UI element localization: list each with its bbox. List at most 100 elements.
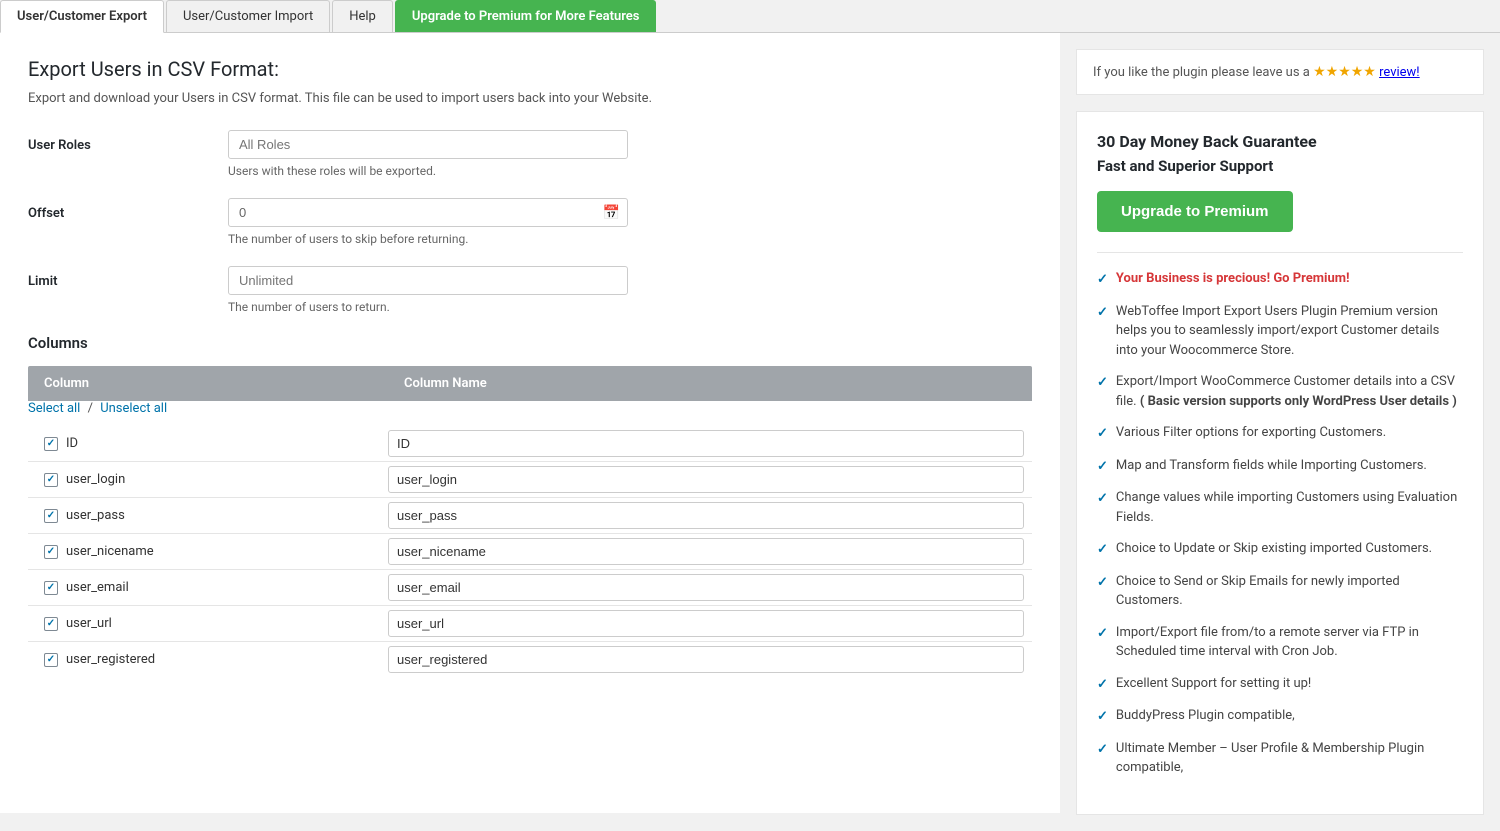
feature-text: Excellent Support for setting it up! — [1116, 674, 1311, 694]
feature-item: ✓Your Business is precious! Go Premium! — [1097, 269, 1463, 290]
row-checkbox[interactable] — [44, 617, 58, 631]
col-name-header: Column Name — [388, 366, 1032, 401]
select-links: Select all / Unselect all — [28, 401, 1032, 416]
calendar-icon: 📅 — [603, 205, 620, 221]
check-icon: ✓ — [1097, 303, 1108, 323]
tab-export[interactable]: User/Customer Export — [0, 0, 164, 33]
feature-text: Import/Export file from/to a remote serv… — [1116, 623, 1463, 662]
columns-title: Columns — [28, 334, 1032, 352]
check-icon: ✓ — [1097, 675, 1108, 695]
review-bar: If you like the plugin please leave us a… — [1076, 49, 1484, 95]
feature-text: Choice to Update or Skip existing import… — [1116, 539, 1432, 559]
table-row-name — [388, 570, 1032, 605]
limit-input[interactable] — [228, 266, 628, 295]
table-row: user_pass — [28, 498, 1032, 534]
feature-text: BuddyPress Plugin compatible, — [1116, 706, 1295, 726]
feature-item: ✓ Map and Transform fields while Importin… — [1097, 456, 1463, 477]
review-link[interactable]: review! — [1379, 65, 1420, 80]
feature-item: ✓WebToffee Import Export Users Plugin Pr… — [1097, 302, 1463, 361]
limit-label: Limit — [28, 266, 228, 289]
offset-hint: The number of users to skip before retur… — [228, 232, 1032, 246]
promo-divider — [1097, 252, 1463, 253]
review-text: If you like the plugin please leave us a — [1093, 65, 1310, 80]
table-row-name — [388, 498, 1032, 533]
check-icon: ✓ — [1097, 540, 1108, 560]
row-checkbox[interactable] — [44, 581, 58, 595]
feature-item: ✓ Excellent Support for setting it up! — [1097, 674, 1463, 695]
offset-input-wrapper: 📅 — [228, 198, 628, 227]
row-name-input[interactable] — [388, 574, 1024, 601]
review-stars: ★★★★★ — [1313, 64, 1376, 80]
row-col-label: user_url — [66, 616, 112, 631]
table-row-name — [388, 426, 1032, 461]
table-row: user_url — [28, 606, 1032, 642]
row-name-input[interactable] — [388, 646, 1024, 673]
row-name-input[interactable] — [388, 610, 1024, 637]
check-icon: ✓ — [1097, 373, 1108, 393]
row-name-input[interactable] — [388, 538, 1024, 565]
row-name-input[interactable] — [388, 430, 1024, 457]
feature-item: ✓ Choice to Update or Skip existing impor… — [1097, 539, 1463, 560]
upgrade-premium-button[interactable]: Upgrade to Premium — [1097, 191, 1293, 232]
row-col-label: user_pass — [66, 508, 125, 523]
row-col-label: user_login — [66, 472, 125, 487]
check-icon: ✓ — [1097, 489, 1108, 509]
feature-text: Change values while importing Customers … — [1116, 488, 1463, 527]
feature-text: Choice to Send or Skip Emails for newly … — [1116, 572, 1463, 611]
columns-table-header: Column Column Name — [28, 366, 1032, 401]
feature-text: Ultimate Member – User Profile & Members… — [1116, 739, 1463, 778]
feature-text: Export/Import WooCommerce Customer detai… — [1116, 372, 1463, 411]
row-checkbox[interactable] — [44, 545, 58, 559]
table-row-name — [388, 642, 1032, 677]
tab-help[interactable]: Help — [332, 0, 393, 32]
table-row-col: user_url — [28, 608, 388, 639]
table-row: user_login — [28, 462, 1032, 498]
user-roles-row: User Roles Users with these roles will b… — [28, 130, 1032, 178]
tab-import[interactable]: User/Customer Import — [166, 0, 330, 32]
left-panel: Export Users in CSV Format: Export and d… — [0, 33, 1060, 813]
promo-guarantee: 30 Day Money Back Guarantee — [1097, 132, 1463, 151]
select-all-link[interactable]: Select all — [28, 401, 80, 416]
row-name-input[interactable] — [388, 466, 1024, 493]
row-checkbox[interactable] — [44, 653, 58, 667]
offset-input[interactable] — [228, 198, 628, 227]
check-icon: ✓ — [1097, 740, 1108, 760]
col-column-header: Column — [28, 366, 388, 401]
promo-support: Fast and Superior Support — [1097, 157, 1463, 175]
promo-box: 30 Day Money Back Guarantee Fast and Sup… — [1076, 111, 1484, 815]
limit-hint: The number of users to return. — [228, 300, 1032, 314]
check-icon: ✓ — [1097, 457, 1108, 477]
check-icon: ✓ — [1097, 573, 1108, 593]
offset-row: Offset 📅 The number of users to skip bef… — [28, 198, 1032, 246]
row-name-input[interactable] — [388, 502, 1024, 529]
row-checkbox[interactable] — [44, 509, 58, 523]
select-sep: / — [88, 401, 93, 416]
data-rows-container: ID user_login user_pass user_nicename user_e… — [28, 426, 1032, 677]
feature-item: ✓ Choice to Send or Skip Emails for newly… — [1097, 572, 1463, 611]
table-row: user_registered — [28, 642, 1032, 677]
user-roles-field: Users with these roles will be exported. — [228, 130, 1032, 178]
page-subtitle: Export and download your Users in CSV fo… — [28, 91, 1032, 106]
row-checkbox[interactable] — [44, 437, 58, 451]
offset-field: 📅 The number of users to skip before ret… — [228, 198, 1032, 246]
table-row-name — [388, 606, 1032, 641]
user-roles-hint: Users with these roles will be exported. — [228, 164, 1032, 178]
check-icon: ✓ — [1097, 624, 1108, 644]
feature-item: ✓ BuddyPress Plugin compatible, — [1097, 706, 1463, 727]
feature-item: ✓ Ultimate Member – User Profile & Member… — [1097, 739, 1463, 778]
row-col-label: user_email — [66, 580, 129, 595]
feature-text: Map and Transform fields while Importing… — [1116, 456, 1427, 476]
limit-field: The number of users to return. — [228, 266, 1032, 314]
table-row-col: ID — [28, 428, 388, 459]
right-sidebar: If you like the plugin please leave us a… — [1060, 33, 1500, 831]
unselect-all-link[interactable]: Unselect all — [100, 401, 167, 416]
user-roles-input[interactable] — [228, 130, 628, 159]
row-checkbox[interactable] — [44, 473, 58, 487]
page-title: Export Users in CSV Format: — [28, 57, 1032, 81]
tab-upgrade[interactable]: Upgrade to Premium for More Features — [395, 0, 657, 32]
table-row-col: user_nicename — [28, 536, 388, 567]
feature-item: ✓ Import/Export file from/to a remote ser… — [1097, 623, 1463, 662]
check-icon: ✓ — [1097, 707, 1108, 727]
row-col-label: ID — [66, 436, 78, 451]
table-row-name — [388, 534, 1032, 569]
